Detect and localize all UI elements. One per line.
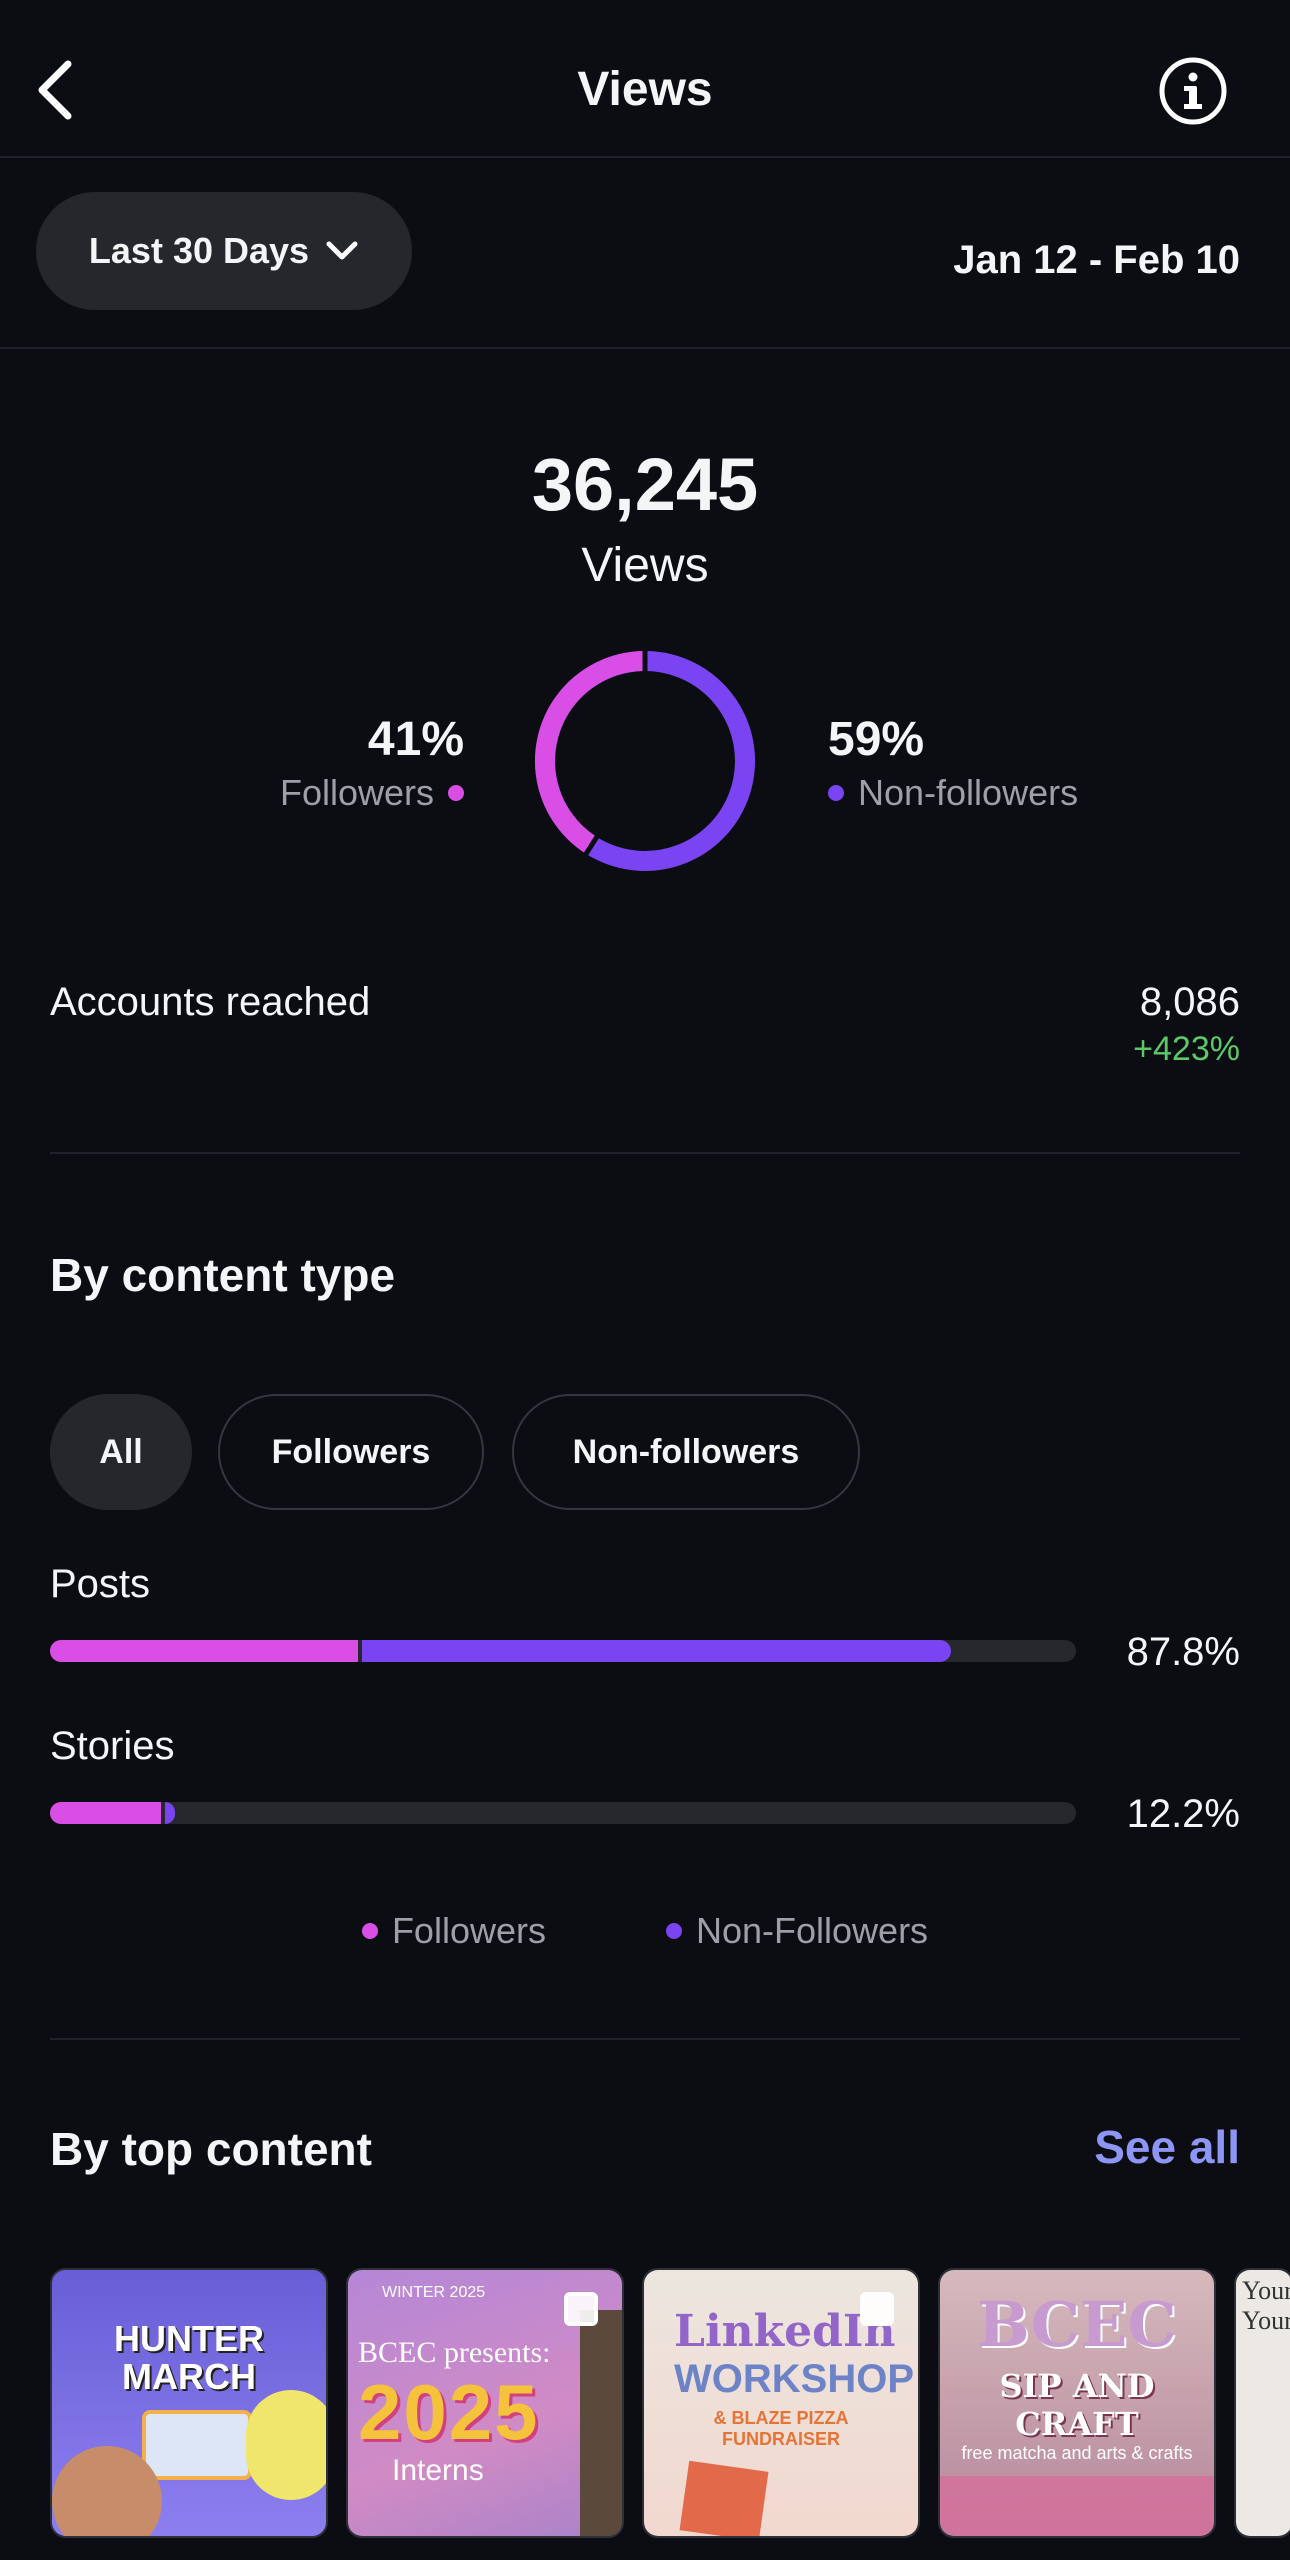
filter-chip-followers[interactable]: Followers: [218, 1394, 484, 1510]
thumb-5-line1: Your: [1242, 2276, 1290, 2305]
stories-followers-segment: [50, 1802, 161, 1824]
info-button[interactable]: [1158, 56, 1228, 126]
nonfollowers-dot-icon: [665, 1923, 682, 1939]
nonfollowers-percent: 59%: [828, 713, 925, 766]
thumb-2-line4: Interns: [392, 2454, 484, 2487]
views-donut-chart: [535, 650, 755, 871]
top-content-thumb-5[interactable]: Your Your: [1234, 2268, 1290, 2538]
posts-followers-segment: [50, 1640, 358, 1662]
accounts-reached-value: 8,086: [1139, 980, 1240, 1024]
date-range-label: Last 30 Days: [88, 230, 310, 271]
posts-nonfollowers-segment: [361, 1640, 951, 1662]
followers-dot-icon: [361, 1923, 378, 1939]
views-label: Views: [581, 539, 709, 592]
nonfollowers-legend: Non-followers: [828, 772, 1078, 814]
posts-bar: [50, 1640, 1076, 1662]
legend-followers: Followers: [361, 1910, 546, 1952]
accounts-reached-label: Accounts reached: [50, 980, 371, 1024]
accounts-reached-change: +423%: [1133, 1030, 1240, 1068]
content-type-title: By content type: [50, 1249, 396, 1301]
header-divider: [0, 156, 1290, 158]
thumb-4-line1: BCEC: [977, 2288, 1177, 2361]
top-content-thumb-3[interactable]: LinkedIn WORKSHOP & BLAZE PIZZA FUNDRAIS…: [642, 2268, 920, 2538]
nonfollowers-dot-icon: [828, 785, 844, 801]
stories-percent: 12.2%: [1126, 1792, 1240, 1836]
posts-percent: 87.8%: [1126, 1630, 1240, 1674]
content-type-legend: Followers Non-Followers: [0, 1910, 1290, 1952]
info-icon: [1159, 57, 1227, 125]
filter-chip-all[interactable]: All: [50, 1394, 192, 1510]
filter-chip-nonfollowers[interactable]: Non-followers: [512, 1394, 860, 1510]
see-all-link[interactable]: See all: [1094, 2120, 1240, 2174]
followers-percent: 41%: [367, 713, 464, 766]
thumb-2-line2: BCEC presents:: [358, 2336, 551, 2369]
carousel-icon: [860, 2292, 894, 2326]
range-divider: [0, 347, 1290, 349]
legend-nonfollowers-label: Non-Followers: [695, 1910, 929, 1951]
top-content-thumb-1[interactable]: HUNTER MARCH: [50, 2268, 328, 2538]
stories-bar: [50, 1802, 1076, 1824]
thumb-2-line3: 2025: [358, 2368, 540, 2456]
thumb-5-line2: Your: [1242, 2306, 1290, 2335]
chevron-down-icon: [326, 241, 358, 260]
legend-followers-label: Followers: [391, 1910, 546, 1951]
thumb-3-line3: & BLAZE PIZZA: [713, 2408, 849, 2428]
thumb-3-line2: WORKSHOP: [674, 2357, 914, 2401]
nonfollowers-label: Non-followers: [858, 772, 1079, 813]
top-content-thumb-4[interactable]: BCEC SIP AND CRAFT free matcha and arts …: [938, 2268, 1216, 2538]
stories-nonfollowers-segment: [164, 1802, 176, 1824]
date-range-dropdown[interactable]: Last 30 Days: [36, 192, 412, 310]
followers-dot-icon: [448, 785, 464, 801]
thumb-1-line1: HUNTER: [114, 2318, 264, 2359]
thumb-4-line2: SIP AND CRAFT: [999, 2367, 1155, 2443]
date-range-text: Jan 12 - Feb 10: [953, 238, 1240, 282]
thumb-3-line4: FUNDRAISER: [721, 2429, 840, 2449]
posts-label: Posts: [50, 1562, 151, 1606]
page-title: Views: [577, 63, 713, 116]
carousel-icon: [564, 2292, 598, 2326]
thumb-1-line2: MARCH: [122, 2356, 256, 2397]
top-content-thumb-2[interactable]: WINTER 2025 BCEC presents: 2025 Interns: [346, 2268, 624, 2538]
top-content-title: By top content: [50, 2123, 372, 2175]
legend-nonfollowers: Non-Followers: [665, 1910, 929, 1952]
stories-label: Stories: [50, 1724, 175, 1768]
section-divider: [50, 2038, 1240, 2040]
thumb-4-line3: free matcha and arts & crafts: [961, 2443, 1193, 2463]
section-divider: [50, 1152, 1240, 1154]
views-total: 36,245: [531, 443, 759, 526]
followers-legend: Followers: [280, 772, 464, 814]
followers-label: Followers: [279, 772, 434, 813]
